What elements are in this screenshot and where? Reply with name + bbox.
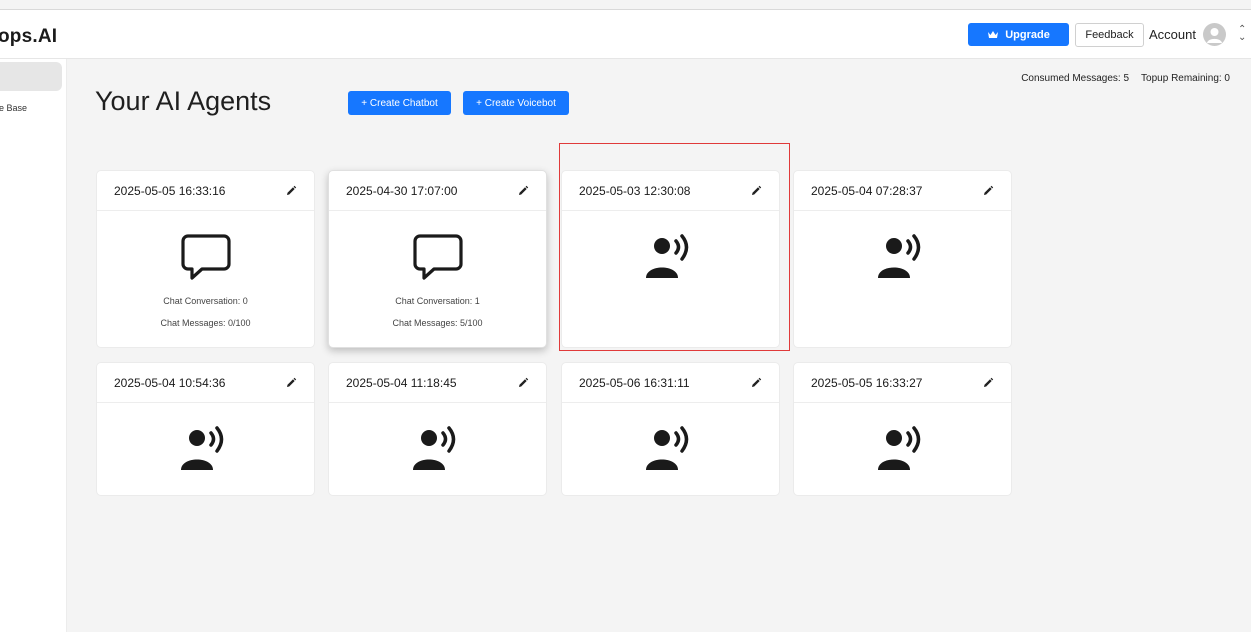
edit-icon[interactable] (285, 377, 297, 389)
edit-icon[interactable] (750, 377, 762, 389)
upgrade-label: Upgrade (1005, 28, 1050, 41)
sidebar: ge Base (0, 59, 67, 632)
account-label[interactable]: Account (1149, 27, 1196, 42)
agent-card-title: 2025-05-06 16:31:11 (579, 375, 690, 390)
topup-remaining: Topup Remaining: 0 (1141, 73, 1230, 84)
edit-icon[interactable] (982, 377, 994, 389)
agent-card[interactable]: 2025-05-04 10:54:36 (96, 362, 315, 496)
chat-messages-count: Chat Messages: 5/100 (392, 318, 483, 328)
page-title: Your AI Agents (95, 86, 272, 116)
user-avatar-icon (1207, 28, 1222, 43)
agent-card[interactable]: 2025-04-30 17:07:00 Chat Conversation: 1… (328, 170, 547, 348)
voice-speaker-icon (877, 426, 920, 470)
agent-card[interactable]: 2025-05-05 16:33:16 Chat Conversation: 0… (96, 170, 315, 348)
agent-card[interactable]: 2025-05-06 16:31:11 (561, 362, 780, 496)
chat-messages-count: Chat Messages: 0/100 (160, 318, 251, 328)
voice-speaker-icon (877, 234, 920, 278)
agent-card-title: 2025-05-04 11:18:45 (346, 375, 457, 390)
sidebar-item-active[interactable] (0, 62, 62, 91)
edit-icon[interactable] (750, 185, 762, 197)
top-bar: ops.AI Upgrade Feedback Account ⌃ ⌄ (0, 10, 1251, 59)
chat-bubble-icon (412, 234, 463, 280)
agent-card[interactable]: 2025-05-05 16:33:27 (793, 362, 1012, 496)
chat-bubble-icon (180, 234, 231, 280)
avatar[interactable] (1203, 23, 1226, 46)
edit-icon[interactable] (517, 377, 529, 389)
edit-icon[interactable] (517, 185, 529, 197)
feedback-button[interactable]: Feedback (1075, 23, 1144, 47)
app-logo[interactable]: ops.AI (0, 26, 57, 48)
agent-card[interactable]: 2025-05-04 07:28:37 (793, 170, 1012, 348)
voice-speaker-icon (645, 426, 688, 470)
agent-card[interactable]: 2025-05-04 11:18:45 (328, 362, 547, 496)
voice-speaker-icon (180, 426, 223, 470)
edit-icon[interactable] (982, 185, 994, 197)
consumed-messages: Consumed Messages: 5 (1021, 73, 1130, 84)
agent-card-title: 2025-05-03 12:30:08 (579, 183, 691, 198)
sidebar-item-knowledge-base[interactable]: ge Base (0, 103, 27, 113)
agent-card-title: 2025-05-05 16:33:27 (811, 375, 923, 390)
upgrade-button[interactable]: Upgrade (968, 23, 1069, 46)
voice-speaker-icon (645, 234, 688, 278)
chat-conversation-count: Chat Conversation: 1 (395, 296, 480, 306)
account-dropdown-icon[interactable]: ⌃ ⌄ (1238, 25, 1246, 43)
crown-icon (988, 31, 999, 38)
chat-conversation-count: Chat Conversation: 0 (163, 296, 248, 306)
voice-speaker-icon (412, 426, 455, 470)
agent-card-title: 2025-04-30 17:07:00 (346, 183, 458, 198)
agent-card-title: 2025-05-05 16:33:16 (114, 183, 226, 198)
agent-card-title: 2025-05-04 10:54:36 (114, 375, 226, 390)
create-chatbot-button[interactable]: + Create Chatbot (348, 91, 451, 115)
usage-stats: Consumed Messages: 5 Topup Remaining: 0 (1021, 73, 1230, 84)
agent-card-title: 2025-05-04 07:28:37 (811, 183, 923, 198)
agent-card[interactable]: 2025-05-03 12:30:08 (561, 170, 780, 348)
create-voicebot-button[interactable]: + Create Voicebot (463, 91, 569, 115)
edit-icon[interactable] (285, 185, 297, 197)
